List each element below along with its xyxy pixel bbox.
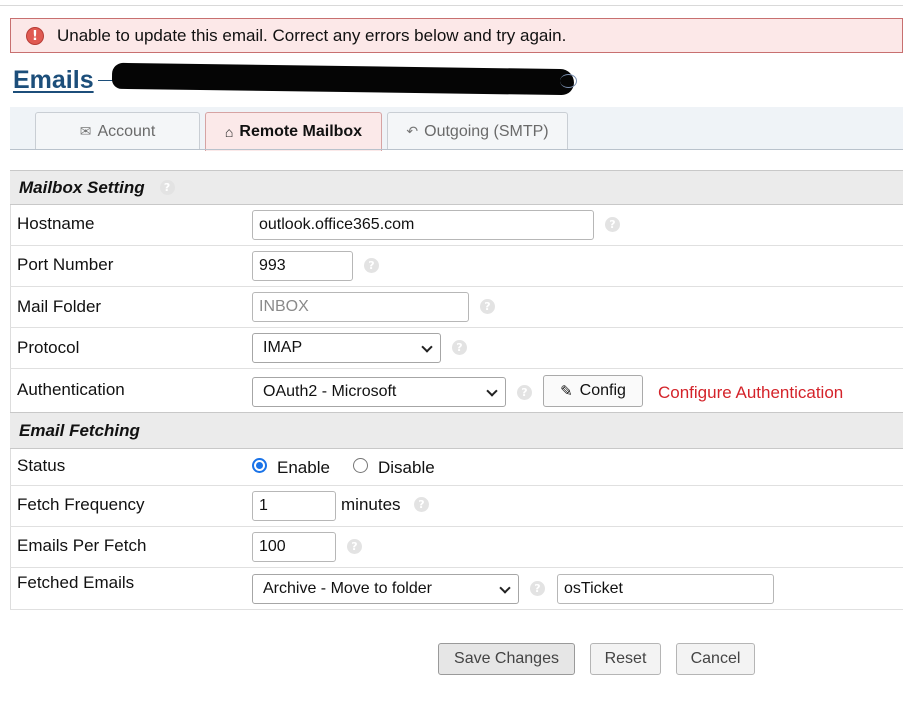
emails-per-fetch-label: Emails Per Fetch — [17, 536, 147, 555]
section-title: Email Fetching — [19, 420, 140, 440]
row-status — [10, 449, 903, 486]
disable-radio-label[interactable]: Disable — [378, 458, 435, 478]
redacted-overflow — [560, 74, 577, 88]
fetched-emails-label: Fetched Emails — [17, 573, 135, 592]
protocol-selected: IMAP — [263, 339, 303, 356]
section-mailbox-setting: Mailbox Setting ? — [10, 170, 903, 205]
help-icon[interactable]: ? — [605, 217, 620, 232]
fetched-emails-action-selected: Archive - Move to folder — [263, 580, 432, 597]
envelope-icon: ✉ — [79, 123, 92, 139]
enable-radio-label[interactable]: Enable — [277, 458, 330, 478]
page-title-link[interactable]: Emails — [13, 66, 94, 95]
status-label: Status — [17, 456, 66, 475]
protocol-select[interactable]: IMAP — [252, 333, 441, 363]
help-icon[interactable]: ? — [530, 581, 545, 596]
authentication-selected: OAuth2 - Microsoft — [263, 383, 397, 400]
tab-bar-border — [10, 149, 903, 150]
chevron-down-icon — [499, 582, 511, 594]
help-icon[interactable]: ? — [480, 299, 495, 314]
tab-account[interactable]: ✉ Account — [35, 112, 200, 150]
emails-per-fetch-input[interactable] — [252, 532, 336, 562]
tab-outgoing-smtp[interactable]: ↶ Outgoing (SMTP) — [387, 112, 568, 150]
section-email-fetching: Email Fetching — [10, 412, 903, 449]
help-icon[interactable]: ? — [414, 497, 429, 512]
tab-remote-mailbox[interactable]: ⌂ Remote Mailbox — [205, 112, 382, 151]
fetched-emails-action-select[interactable]: Archive - Move to folder — [252, 574, 519, 604]
hostname-input[interactable] — [252, 210, 594, 240]
mail-folder-input[interactable] — [252, 292, 469, 322]
port-label: Port Number — [17, 255, 114, 274]
error-banner: ! Unable to update this email. Correct a… — [10, 18, 903, 53]
help-icon[interactable]: ? — [159, 180, 175, 195]
mail-folder-label: Mail Folder — [17, 297, 102, 316]
save-changes-button[interactable]: Save Changes — [438, 643, 575, 675]
disable-radio[interactable] — [353, 458, 368, 473]
help-icon[interactable]: ? — [517, 385, 532, 400]
authentication-select[interactable]: OAuth2 - Microsoft — [252, 377, 506, 407]
archive-folder-input[interactable] — [557, 574, 774, 604]
help-icon[interactable]: ? — [452, 340, 467, 355]
chevron-down-icon — [421, 341, 433, 353]
port-input[interactable] — [252, 251, 353, 281]
redacted-email-address — [111, 62, 575, 96]
protocol-label: Protocol — [17, 338, 80, 357]
hostname-label: Hostname — [17, 214, 95, 233]
minutes-suffix: minutes — [341, 495, 401, 514]
help-icon[interactable]: ? — [347, 539, 362, 554]
tab-outgoing-smtp-label: Outgoing (SMTP) — [424, 122, 549, 140]
top-divider — [0, 5, 903, 6]
config-button[interactable]: ✎ Config — [543, 375, 643, 407]
reply-icon: ↶ — [406, 123, 419, 139]
chevron-down-icon — [486, 385, 498, 397]
edit-icon: ✎ — [560, 383, 573, 400]
authentication-label: Authentication — [17, 380, 125, 399]
tab-remote-mailbox-label: Remote Mailbox — [239, 123, 363, 140]
inbox-icon: ⌂ — [224, 124, 234, 140]
cancel-button[interactable]: Cancel — [676, 643, 755, 675]
error-message: Unable to update this email. Correct any… — [57, 25, 567, 45]
fetch-frequency-label: Fetch Frequency — [17, 495, 145, 514]
enable-radio[interactable] — [252, 458, 267, 473]
row-port — [10, 246, 903, 287]
alert-icon: ! — [26, 26, 44, 45]
configure-authentication-link[interactable]: Configure Authentication — [658, 383, 843, 403]
section-title: Mailbox Setting — [19, 177, 145, 197]
fetch-frequency-input[interactable] — [252, 491, 336, 521]
help-icon[interactable]: ? — [364, 258, 379, 273]
config-button-label: Config — [579, 382, 626, 399]
reset-button[interactable]: Reset — [590, 643, 661, 675]
tab-account-label: Account — [97, 122, 156, 140]
